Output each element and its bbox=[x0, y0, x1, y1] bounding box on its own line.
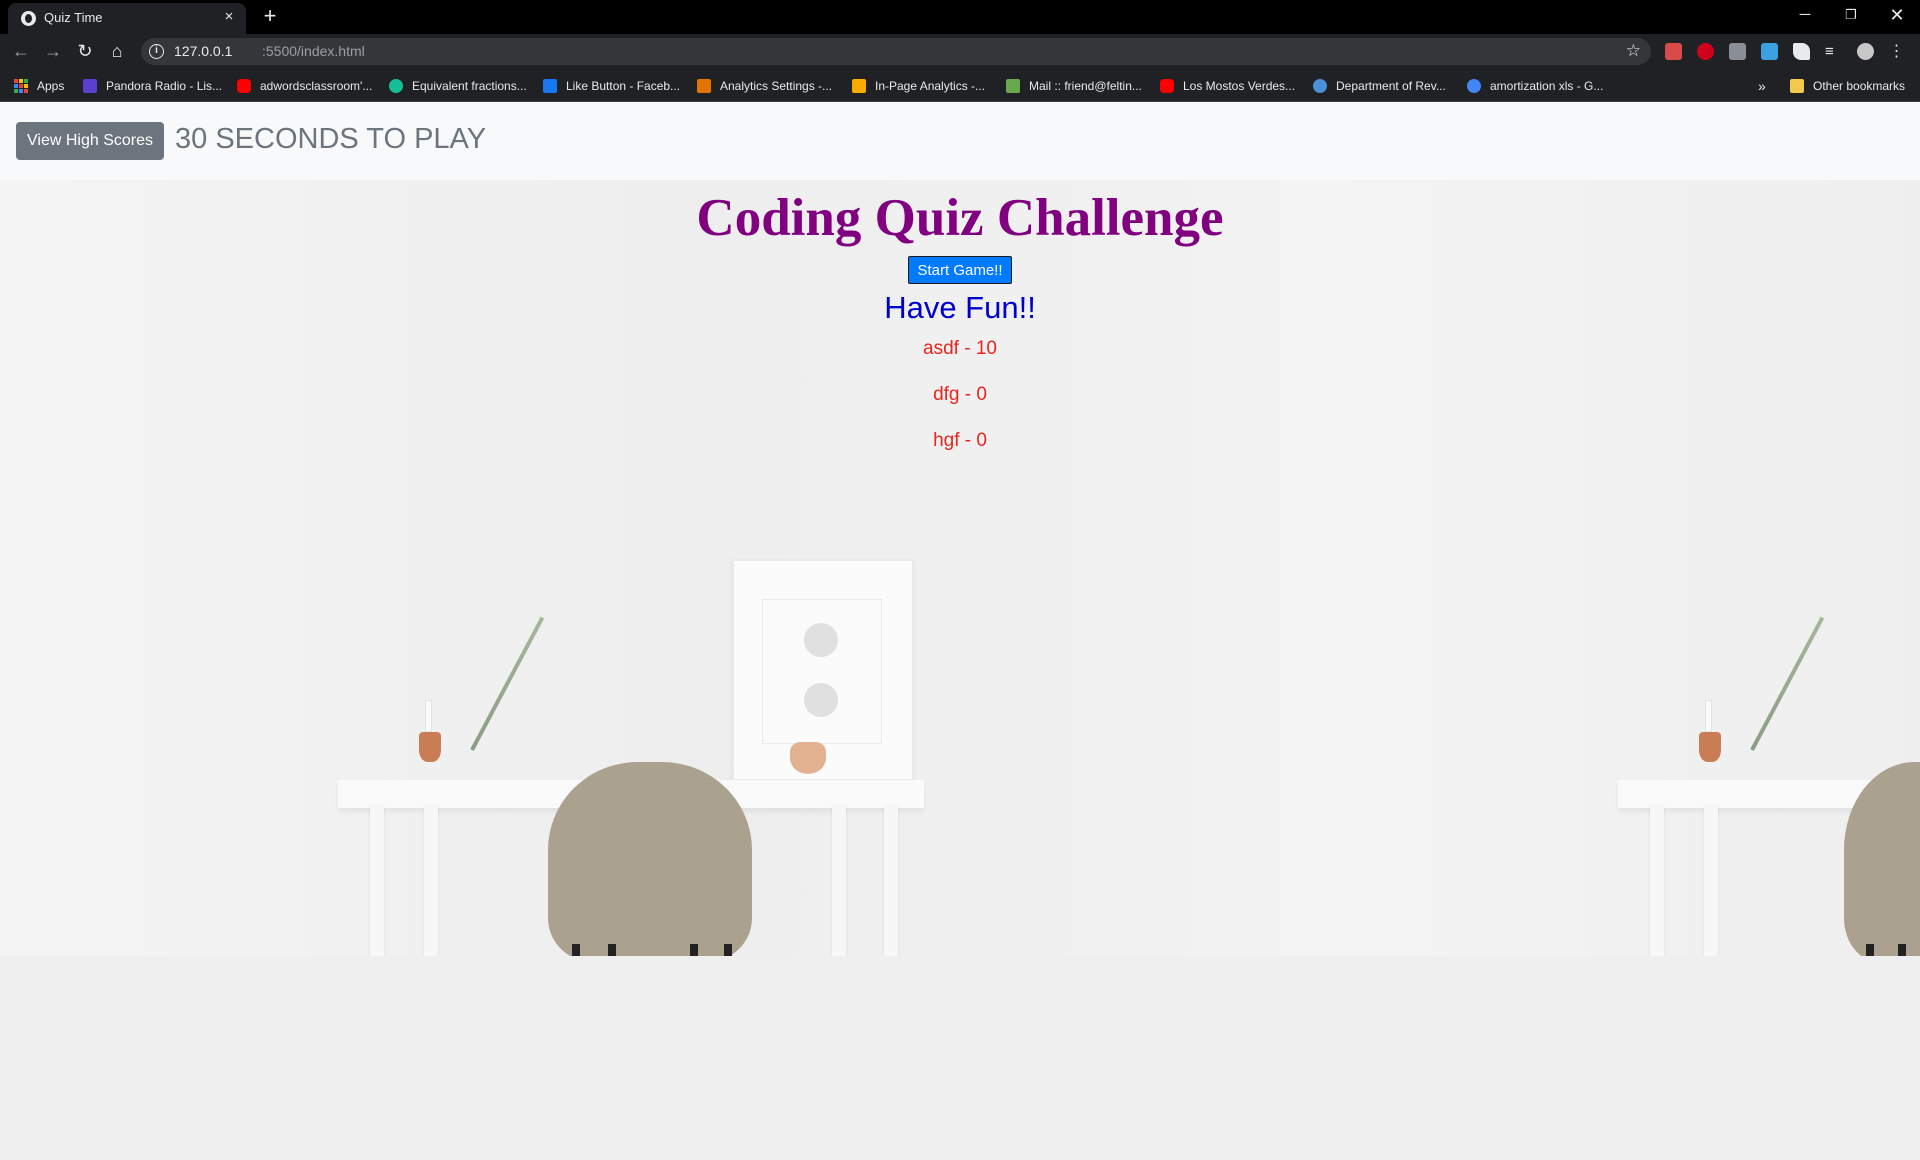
bookmarks-overflow-button[interactable]: » bbox=[1758, 78, 1766, 94]
tab-quiz-time[interactable]: Quiz Time × bbox=[8, 3, 246, 34]
start-game-button[interactable]: Start Game!! bbox=[908, 256, 1012, 284]
bookmark-amortization-xls[interactable]: amortization xls - G... bbox=[1467, 78, 1603, 94]
restore-icon[interactable]: ❐ bbox=[1828, 2, 1874, 28]
bookmark-label: Apps bbox=[37, 79, 65, 93]
flower-pot bbox=[790, 742, 826, 774]
score-entry: dfg - 0 bbox=[933, 384, 987, 405]
google-icon bbox=[1467, 79, 1481, 93]
bookmark-pandora[interactable]: Pandora Radio - Lis... bbox=[83, 78, 222, 94]
close-window-icon[interactable]: ✕ bbox=[1874, 2, 1920, 28]
bookmark-label: Pandora Radio - Lis... bbox=[106, 79, 223, 93]
bookmark-like-button[interactable]: Like Button - Faceb... bbox=[543, 78, 680, 94]
bookmark-label: Equivalent fractions... bbox=[412, 79, 527, 93]
cloud-extension-icon[interactable] bbox=[1761, 43, 1778, 60]
bookmark-label: In-Page Analytics -... bbox=[875, 79, 986, 93]
bookmark-department-of-revenue[interactable]: Department of Rev... bbox=[1313, 78, 1446, 94]
back-arrow-icon[interactable]: ← bbox=[9, 39, 33, 63]
analytics-icon bbox=[697, 79, 711, 93]
bookmark-analytics-settings[interactable]: Analytics Settings -... bbox=[697, 78, 832, 94]
address-bar[interactable]: i 127.0.0.1 :5500/index.html ☆ bbox=[141, 38, 1651, 65]
tab-title: Quiz Time bbox=[44, 10, 103, 25]
facebook-icon bbox=[543, 79, 557, 93]
bookmark-equivalent-fractions[interactable]: Equivalent fractions... bbox=[389, 78, 527, 94]
high-scores-list: asdf - 10 dfg - 0 hgf - 0 bbox=[0, 334, 1920, 472]
bookmark-label: Los Mostos Verdes... bbox=[1183, 79, 1296, 93]
browser-toolbar: ← → ↻ ⌂ i 127.0.0.1 :5500/index.html ☆ ≡… bbox=[0, 34, 1920, 69]
bookmark-label: Analytics Settings -... bbox=[720, 79, 833, 93]
youtube-icon bbox=[237, 79, 251, 93]
subtitle: Have Fun!! bbox=[884, 290, 1036, 325]
page-title: Coding Quiz Challenge bbox=[696, 189, 1224, 247]
bookmark-label: Other bookmarks bbox=[1813, 79, 1906, 93]
score-entry: asdf - 10 bbox=[923, 338, 997, 359]
folder-icon bbox=[1790, 79, 1804, 93]
profile-avatar[interactable] bbox=[1857, 43, 1874, 60]
minimize-icon[interactable]: ─ bbox=[1782, 2, 1828, 28]
media-playlist-icon[interactable]: ≡ bbox=[1825, 43, 1842, 60]
bookmark-other-bookmarks[interactable]: Other bookmarks bbox=[1790, 78, 1905, 94]
url-path: :5500/index.html bbox=[262, 43, 365, 59]
page-viewport: View High Scores 30 SECONDS TO PLAY Codi… bbox=[0, 102, 1920, 1160]
apps-grid-icon bbox=[14, 79, 28, 93]
score-entry: hgf - 0 bbox=[933, 430, 987, 451]
close-tab-icon[interactable]: × bbox=[220, 8, 238, 26]
bookmark-label: amortization xls - G... bbox=[1490, 79, 1604, 93]
top-navbar: View High Scores 30 SECONDS TO PLAY bbox=[0, 102, 1920, 180]
chair bbox=[548, 762, 752, 962]
bookmarks-bar: Apps Pandora Radio - Lis... adwordsclass… bbox=[0, 69, 1920, 102]
pandora-icon bbox=[83, 79, 97, 93]
bookmark-adwordsclassroom[interactable]: adwordsclassroom'... bbox=[237, 78, 372, 94]
bookmark-mail[interactable]: Mail :: friend@feltin... bbox=[1006, 78, 1142, 94]
bookmark-label: Mail :: friend@feltin... bbox=[1029, 79, 1142, 93]
bar-chart-icon bbox=[852, 79, 866, 93]
globe-icon bbox=[21, 11, 36, 26]
youtube-icon bbox=[1160, 79, 1174, 93]
vase bbox=[419, 732, 441, 762]
bookmark-apps[interactable]: Apps bbox=[14, 78, 64, 94]
reload-icon[interactable]: ↻ bbox=[73, 39, 97, 63]
site-info-icon[interactable]: i bbox=[149, 44, 164, 59]
browser-tabstrip: Quiz Time × + ─ ❐ ✕ bbox=[0, 0, 1920, 34]
bookmark-label: Like Button - Faceb... bbox=[566, 79, 681, 93]
bookmark-los-mostos-verdes[interactable]: Los Mostos Verdes... bbox=[1160, 78, 1295, 94]
location-extension-icon[interactable] bbox=[1729, 43, 1746, 60]
plant-stem bbox=[470, 616, 545, 751]
browser-menu-icon[interactable]: ⋮ bbox=[1888, 43, 1905, 60]
globe-icon bbox=[1313, 79, 1327, 93]
new-tab-button[interactable]: + bbox=[259, 5, 281, 27]
khan-academy-icon bbox=[389, 79, 403, 93]
candle bbox=[425, 700, 432, 732]
bookmark-label: Department of Rev... bbox=[1336, 79, 1446, 93]
screen-recorder-extension-icon[interactable] bbox=[1665, 43, 1682, 60]
view-high-scores-button[interactable]: View High Scores bbox=[16, 122, 164, 160]
timer-text: 30 SECONDS TO PLAY bbox=[175, 123, 487, 155]
home-icon[interactable]: ⌂ bbox=[105, 39, 129, 63]
mail-icon bbox=[1006, 79, 1020, 93]
adblock-plus-icon[interactable] bbox=[1697, 43, 1714, 60]
forward-arrow-icon[interactable]: → bbox=[41, 39, 65, 63]
background-floor bbox=[0, 956, 1920, 1160]
bookmark-in-page-analytics[interactable]: In-Page Analytics -... bbox=[852, 78, 985, 94]
bookmark-star-icon[interactable]: ☆ bbox=[1626, 41, 1641, 61]
url-host: 127.0.0.1 bbox=[174, 43, 233, 59]
bookmark-label: adwordsclassroom'... bbox=[260, 79, 373, 93]
extensions-puzzle-icon[interactable] bbox=[1793, 43, 1810, 60]
